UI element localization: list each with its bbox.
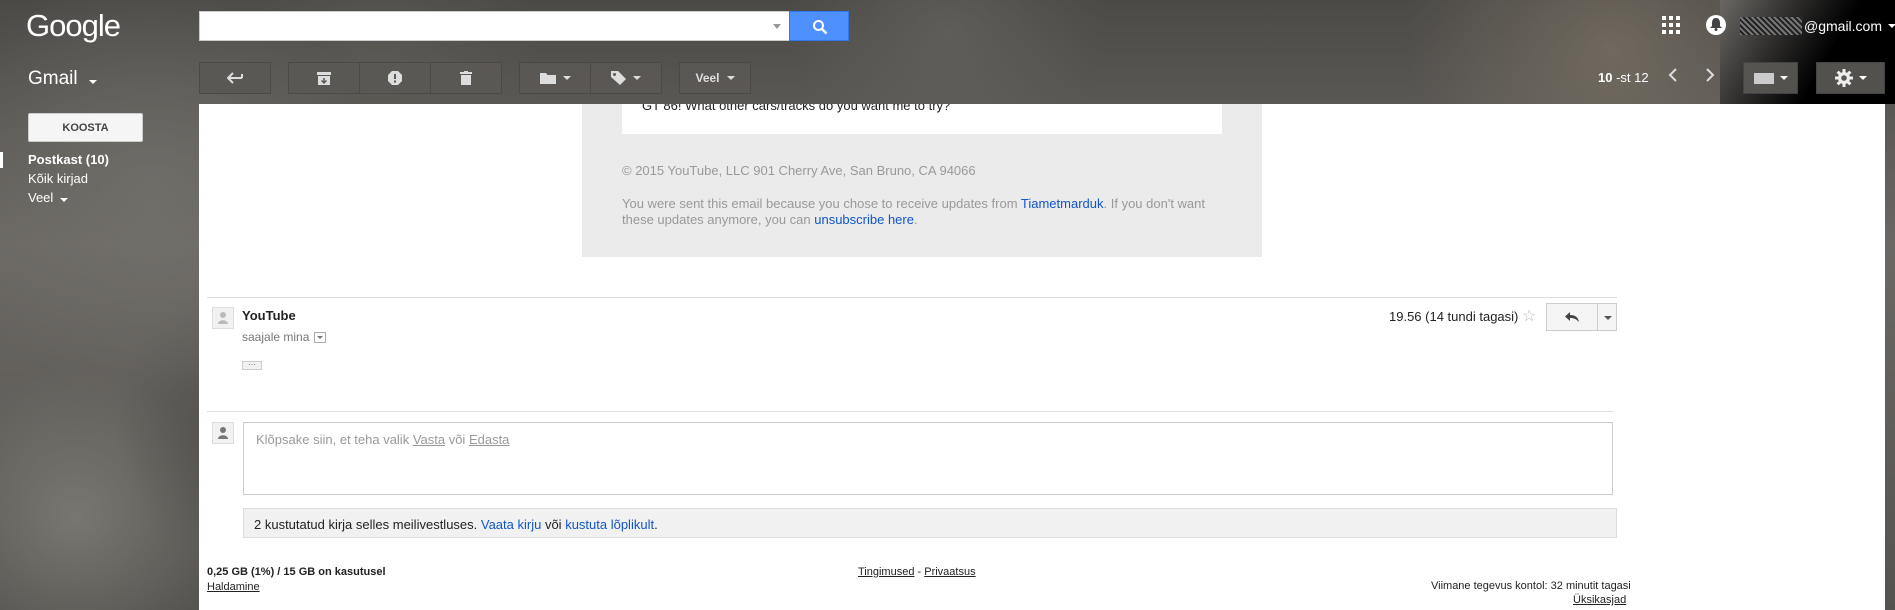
more-actions-button[interactable]: Veel <box>679 62 751 94</box>
delete-forever-link[interactable]: kustuta lõplikult <box>565 517 654 532</box>
last-activity: Viimane tegevus kontol: 32 minutit tagas… <box>1431 580 1631 592</box>
reply-divider <box>207 411 1613 412</box>
bell-icon <box>1710 18 1722 31</box>
report-spam-button[interactable] <box>359 62 431 94</box>
view-deleted-link[interactable]: Vaata kirju <box>481 517 541 532</box>
google-logo[interactable]: Google <box>26 8 121 44</box>
sidebar-item-inbox[interactable]: Postkast (10) <box>28 152 109 167</box>
apps-grid-icon[interactable] <box>1662 16 1680 34</box>
move-to-button[interactable] <box>519 62 591 94</box>
reply-arrow-icon <box>1565 312 1579 322</box>
forward-link[interactable]: Edasta <box>469 432 509 447</box>
activity-details-link[interactable]: Üksikasjad <box>1573 594 1626 606</box>
more-actions-label: Veel <box>695 71 720 85</box>
folder-icon <box>539 73 556 84</box>
show-trimmed-content-button[interactable]: ··· <box>242 361 262 370</box>
pager-range: 10 <box>1598 70 1613 85</box>
recipients-label: saajale mina <box>242 330 310 344</box>
chevron-down-icon <box>1779 76 1788 80</box>
message-recipients: saajale mina <box>242 330 327 344</box>
email-subscription-note: You were sent this email because you cho… <box>622 196 1227 228</box>
footer-links: Tingimused - Privaatsus <box>858 566 976 578</box>
footer-sep: - <box>914 566 925 578</box>
older-conversation-button[interactable] <box>1705 68 1715 87</box>
label-tag-icon <box>611 71 626 85</box>
compose-button[interactable]: KOOSTA <box>28 113 143 142</box>
keyboard-icon <box>1753 72 1774 84</box>
conversation-view: GT 86! What other cars/tracks do you wan… <box>199 104 1885 610</box>
message-sender[interactable]: YouTube <box>242 308 296 323</box>
chevron-down-icon <box>1858 76 1867 80</box>
quick-reply-prompt: Klõpsake siin, et teha valik Vasta või E… <box>256 432 509 447</box>
input-tools-button[interactable] <box>1743 62 1798 94</box>
sidebar-item-more[interactable]: Veel <box>28 190 68 205</box>
back-to-inbox-button[interactable] <box>199 62 271 94</box>
email-body-cut-text: GT 86! What other cars/tracks do you wan… <box>642 104 951 113</box>
unsubscribe-link[interactable]: unsubscribe here <box>814 212 914 227</box>
chevron-down-icon <box>633 76 641 80</box>
sidebar-item-more-label: Veel <box>28 190 54 205</box>
archive-icon <box>317 71 331 85</box>
archive-button[interactable] <box>288 62 360 94</box>
terms-link[interactable]: Tingimused <box>858 566 914 578</box>
channel-link[interactable]: Tiametmarduk <box>1021 196 1104 211</box>
labels-button[interactable] <box>590 62 662 94</box>
active-nav-indicator <box>0 152 3 168</box>
message-divider <box>207 297 1617 298</box>
account-email: @gmail.com <box>1804 18 1883 34</box>
gear-icon <box>1834 69 1853 87</box>
account-switcher[interactable]: @gmail.com <box>1740 17 1895 35</box>
chevron-down-icon <box>726 76 735 80</box>
account-name-redacted <box>1740 17 1802 35</box>
quick-reply-box[interactable]: Klõpsake siin, et teha valik Vasta või E… <box>243 422 1613 495</box>
search-options-caret-icon[interactable] <box>773 24 781 29</box>
email-copyright: © 2015 YouTube, LLC 901 Cherry Ave, San … <box>622 163 976 178</box>
show-details-caret-icon[interactable] <box>314 331 327 343</box>
search-input[interactable] <box>199 11 790 41</box>
search-button[interactable] <box>789 11 849 41</box>
chevron-down-icon <box>1888 24 1895 28</box>
gmail-menu[interactable]: Gmail <box>28 68 97 90</box>
newer-conversation-button[interactable] <box>1668 68 1678 87</box>
notifications-bell-icon[interactable] <box>1706 15 1726 35</box>
back-arrow-icon <box>227 72 243 84</box>
person-icon <box>218 312 228 324</box>
note-prefix: You were sent this email because you cho… <box>622 196 1021 211</box>
person-icon <box>218 427 228 439</box>
manage-storage-link[interactable]: Haldamine <box>207 581 260 593</box>
chevron-right-icon <box>1706 68 1715 82</box>
note-end: . <box>913 212 918 227</box>
my-avatar <box>212 422 234 444</box>
search-icon <box>813 20 828 35</box>
more-message-actions-button[interactable] <box>1597 303 1617 331</box>
pager-status: 10 -st 12 <box>1598 70 1649 85</box>
message-date: 19.56 (14 tundi tagasi) <box>1389 309 1519 324</box>
chevron-down-icon <box>88 80 97 84</box>
chevron-left-icon <box>1668 68 1677 82</box>
spam-icon <box>388 71 402 85</box>
email-body-tail: GT 86! What other cars/tracks do you wan… <box>622 104 1222 134</box>
reply-or: või <box>445 432 469 447</box>
reply-button[interactable] <box>1546 303 1598 331</box>
star-icon[interactable]: ☆ <box>1522 306 1536 326</box>
deleted-notice-text: 2 kustutatud kirja selles meilivestluses… <box>254 517 481 532</box>
privacy-link[interactable]: Privaatsus <box>924 566 975 578</box>
sidebar-item-all-mail[interactable]: Kõik kirjad <box>28 171 88 186</box>
trash-icon <box>460 71 472 85</box>
email-footer-card: GT 86! What other cars/tracks do you wan… <box>582 104 1262 257</box>
deleted-or: või <box>541 517 566 532</box>
sender-avatar <box>212 307 234 329</box>
deleted-messages-notice: 2 kustutatud kirja selles meilivestluses… <box>243 508 1617 538</box>
chevron-down-icon <box>59 198 68 202</box>
storage-usage: 0,25 GB (1%) / 15 GB on kasutusel <box>207 566 386 578</box>
settings-button[interactable] <box>1816 62 1885 94</box>
chevron-down-icon <box>562 76 571 80</box>
gmail-label: Gmail <box>28 68 78 89</box>
pager-total: -st 12 <box>1616 70 1649 85</box>
deleted-end: . <box>654 517 658 532</box>
reply-prompt-prefix: Klõpsake siin, et teha valik <box>256 432 413 447</box>
delete-button[interactable] <box>430 62 502 94</box>
reply-link[interactable]: Vasta <box>413 432 445 447</box>
